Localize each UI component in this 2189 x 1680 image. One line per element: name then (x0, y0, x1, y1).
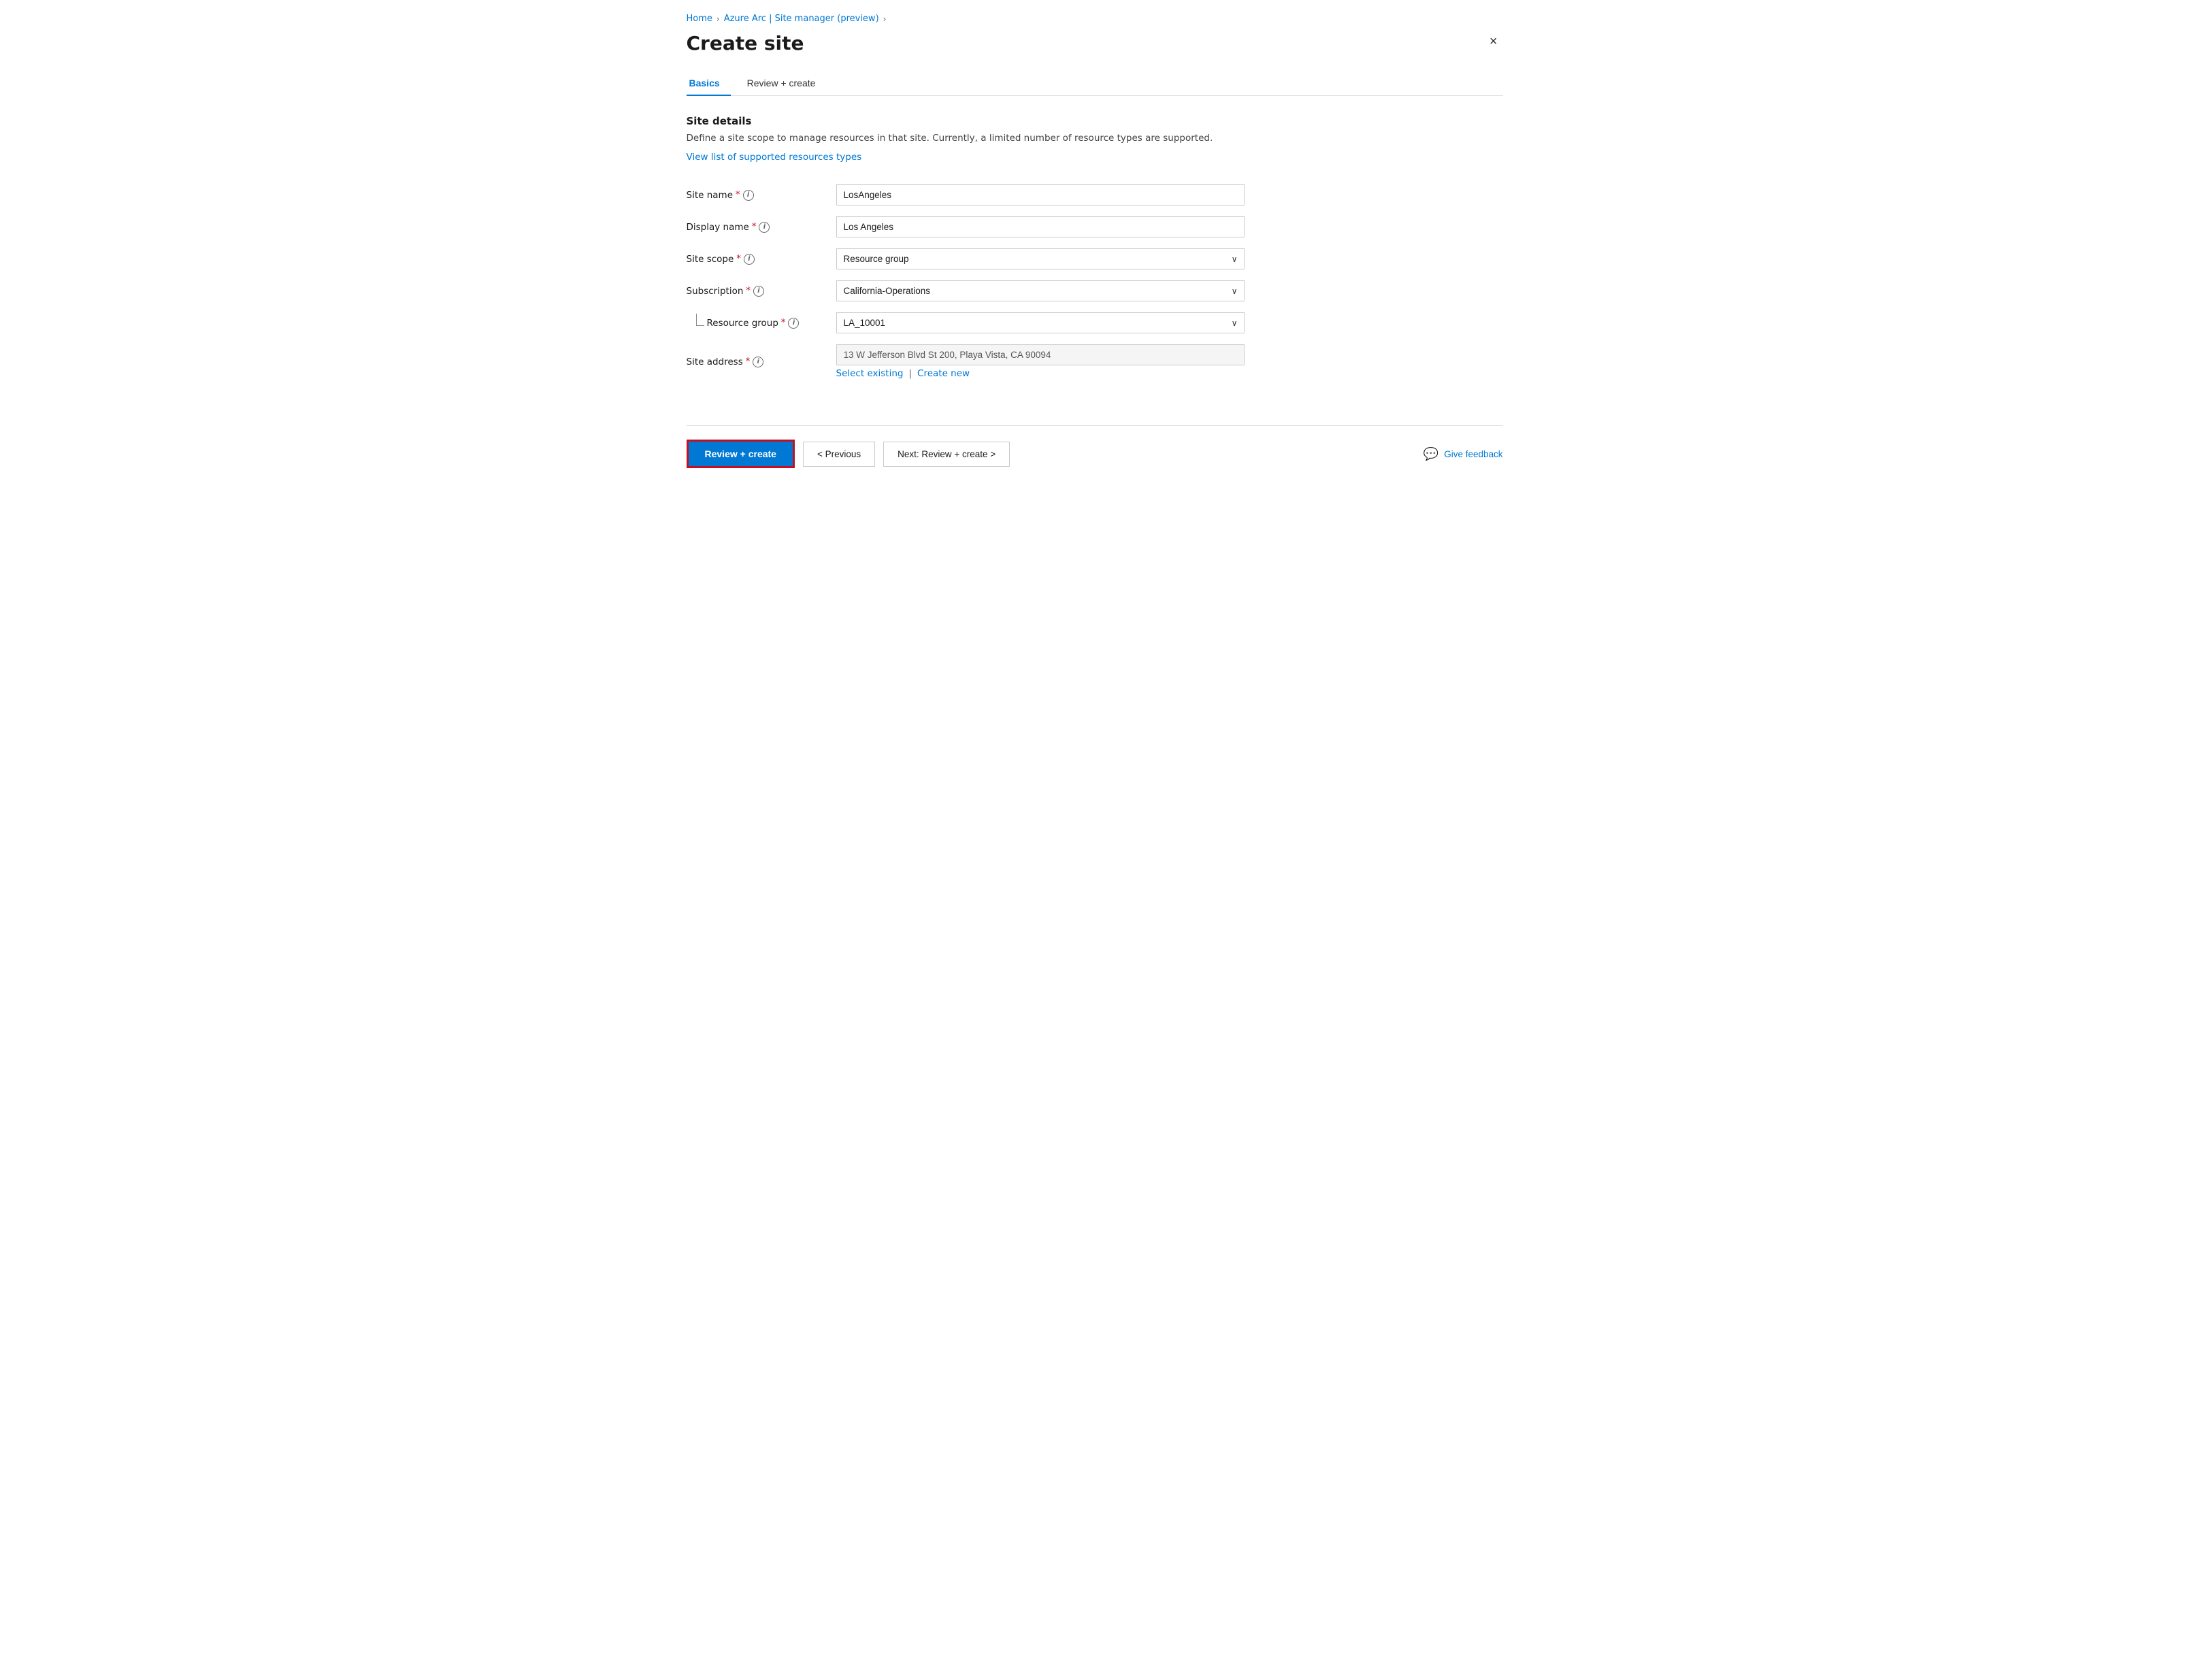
subscription-info-icon[interactable]: i (753, 286, 764, 297)
subscription-label: Subscription (687, 286, 744, 297)
resource-group-required: * (781, 318, 786, 328)
resource-group-label: Resource group (707, 318, 778, 329)
site-address-label-cell: Site address * i (687, 339, 836, 384)
display-name-info-icon[interactable]: i (759, 222, 770, 233)
subscription-select-wrapper: California-Operations ∨ (836, 280, 1245, 301)
resource-group-info-icon[interactable]: i (788, 318, 799, 329)
site-address-input-cell: Select existing | Create new (836, 339, 1299, 384)
address-links-separator: | (908, 368, 912, 379)
page-header: Create site × (687, 32, 1503, 54)
resource-group-label-cell: Resource group * i (687, 307, 836, 339)
resource-group-input-cell: LA_10001 ∨ (836, 307, 1299, 339)
site-name-info-icon[interactable]: i (743, 190, 754, 201)
indent-line (696, 314, 704, 326)
site-name-input-cell (836, 179, 1299, 211)
subscription-select[interactable]: California-Operations (836, 280, 1245, 301)
page-title: Create site (687, 32, 804, 54)
tab-basics[interactable]: Basics (687, 71, 731, 95)
site-name-input[interactable] (836, 184, 1245, 205)
site-address-required: * (746, 357, 751, 367)
subscription-input-cell: California-Operations ∨ (836, 275, 1299, 307)
breadcrumb-sep-2: › (883, 14, 887, 24)
feedback-icon: 💬 (1423, 447, 1438, 461)
tabs-container: Basics Review + create (687, 71, 1503, 96)
select-existing-link[interactable]: Select existing (836, 368, 904, 379)
breadcrumb-site-manager[interactable]: Azure Arc | Site manager (preview) (724, 14, 879, 24)
tab-review-create[interactable]: Review + create (744, 71, 827, 95)
next-button[interactable]: Next: Review + create > (883, 442, 1010, 467)
site-scope-required: * (736, 254, 741, 264)
close-button[interactable]: × (1484, 32, 1503, 51)
breadcrumb-sep-1: › (717, 14, 720, 24)
section-description: Define a site scope to manage resources … (687, 131, 1503, 145)
breadcrumb: Home › Azure Arc | Site manager (preview… (687, 14, 1503, 24)
display-name-label-cell: Display name * i (687, 211, 836, 243)
previous-button[interactable]: < Previous (803, 442, 875, 467)
site-scope-select[interactable]: Resource group (836, 248, 1245, 269)
site-name-label: Site name (687, 190, 734, 201)
site-address-label: Site address (687, 357, 743, 367)
site-scope-label-cell: Site scope * i (687, 243, 836, 275)
subscription-label-cell: Subscription * i (687, 275, 836, 307)
create-new-link[interactable]: Create new (917, 368, 970, 379)
display-name-label: Display name (687, 222, 749, 233)
feedback-label: Give feedback (1444, 449, 1502, 459)
site-name-label-cell: Site name * i (687, 179, 836, 211)
section-title: Site details (687, 115, 1503, 127)
display-name-input[interactable] (836, 216, 1245, 237)
display-name-required: * (752, 222, 757, 232)
resource-group-select[interactable]: LA_10001 (836, 312, 1245, 333)
breadcrumb-home[interactable]: Home (687, 14, 712, 24)
site-scope-input-cell: Resource group ∨ (836, 243, 1299, 275)
site-scope-info-icon[interactable]: i (744, 254, 755, 265)
site-scope-select-wrapper: Resource group ∨ (836, 248, 1245, 269)
site-name-required: * (736, 190, 740, 200)
give-feedback-button[interactable]: 💬 Give feedback (1423, 447, 1503, 461)
resource-group-select-wrapper: LA_10001 ∨ (836, 312, 1245, 333)
subscription-required: * (746, 286, 751, 296)
site-address-input[interactable] (836, 344, 1245, 365)
footer: Review + create < Previous Next: Review … (687, 425, 1503, 482)
review-create-button[interactable]: Review + create (687, 440, 795, 468)
address-links: Select existing | Create new (836, 368, 1299, 379)
site-details-section: Site details Define a site scope to mana… (687, 115, 1503, 179)
display-name-input-cell (836, 211, 1299, 243)
support-link[interactable]: View list of supported resources types (687, 152, 862, 163)
site-address-info-icon[interactable]: i (753, 357, 763, 367)
form: Site name * i Display name * i Site scop… (687, 179, 1299, 384)
site-scope-label: Site scope (687, 254, 734, 265)
